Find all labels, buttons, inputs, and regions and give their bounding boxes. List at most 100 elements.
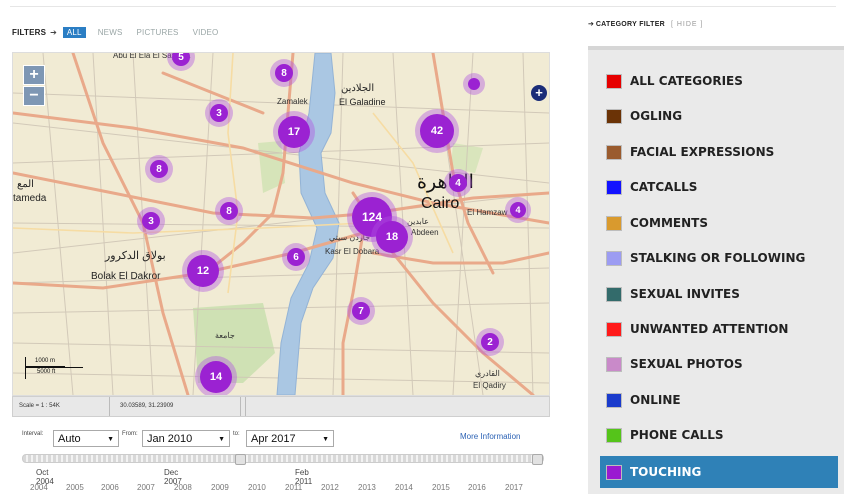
category-comments[interactable]: COMMENTS: [600, 209, 838, 237]
filter-tab-pictures[interactable]: PICTURES: [137, 28, 179, 37]
map-cluster-marker[interactable]: 12: [187, 255, 219, 287]
map-cluster-marker[interactable]: 3: [142, 212, 160, 230]
category-swatch: [606, 321, 622, 337]
category-label: OGLING: [630, 109, 683, 123]
map-label: El Qadiry: [473, 381, 506, 390]
category-facial-expressions[interactable]: FACIAL EXPRESSIONS: [600, 138, 838, 166]
category-label: UNWANTED ATTENTION: [630, 322, 789, 336]
map-cluster-marker[interactable]: [468, 78, 480, 90]
from-select[interactable]: Jan 2010 ▼: [142, 430, 230, 447]
map-cluster-marker[interactable]: 4: [510, 202, 526, 218]
category-swatch: [606, 464, 622, 480]
category-swatch: [606, 144, 622, 160]
to-select[interactable]: Apr 2017 ▼: [246, 430, 334, 447]
map-cluster-marker[interactable]: 3: [210, 104, 228, 122]
more-information-link[interactable]: More Information: [460, 432, 520, 441]
map-cluster-marker[interactable]: 6: [287, 248, 305, 266]
category-label: STALKING OR FOLLOWING: [630, 251, 806, 265]
timeline-year: 2005: [66, 483, 84, 492]
map-label: Zamalek: [277, 97, 308, 106]
map-cluster-marker[interactable]: 17: [278, 116, 310, 148]
category-swatch: [606, 73, 622, 89]
map-cluster-marker[interactable]: 2: [481, 333, 499, 351]
filter-tab-news[interactable]: NEWS: [98, 28, 123, 37]
category-label: CATCALLS: [630, 180, 698, 194]
category-ogling[interactable]: OGLING: [600, 102, 838, 130]
zoom-controls: + −: [23, 65, 45, 106]
category-phone-calls[interactable]: PHONE CALLS: [600, 421, 838, 449]
map-scale-bar: 1000 m 5000 ft: [23, 355, 85, 381]
category-swatch: [606, 356, 622, 372]
map-label: بولاق الدكرور: [105, 250, 166, 262]
hide-categories-link[interactable]: [ HIDE ]: [671, 21, 704, 28]
interval-value: Auto: [58, 433, 81, 445]
category-stalking-or-following[interactable]: STALKING OR FOLLOWING: [600, 244, 838, 272]
timeline-handle-start[interactable]: [235, 454, 246, 465]
category-swatch: [606, 108, 622, 124]
top-divider: [10, 6, 836, 7]
chevron-down-icon: ▼: [107, 436, 114, 443]
chevron-down-icon: ▼: [322, 436, 329, 443]
timeline-year: 2012: [321, 483, 339, 492]
zoom-out-button[interactable]: −: [23, 86, 45, 106]
map-cluster-marker[interactable]: 4: [449, 174, 467, 192]
category-unwanted-attention[interactable]: UNWANTED ATTENTION: [600, 315, 838, 343]
timeline-year: 2013: [358, 483, 376, 492]
interval-select[interactable]: Auto ▼: [53, 430, 119, 447]
map-label: جامعة: [215, 331, 235, 340]
scale-feet: 5000 ft: [37, 369, 56, 375]
map-label: القادري: [475, 369, 500, 378]
timeline-handle-end[interactable]: [532, 454, 543, 465]
scale-meters: 1000 m: [35, 358, 56, 364]
map-label: El Hamzaw: [467, 208, 508, 217]
map-cluster-marker[interactable]: 8: [220, 202, 238, 220]
map-cluster-marker[interactable]: 14: [200, 361, 232, 393]
map-label: Kasr El Dobara: [325, 247, 380, 256]
timeline-year: 2010: [248, 483, 266, 492]
timeline-year: 2008: [174, 483, 192, 492]
timeline-year: 2014: [395, 483, 413, 492]
map-status-bar: Scale = 1 : 54K 30.03589, 31.23909: [12, 396, 550, 417]
timeline-slider[interactable]: [22, 454, 544, 465]
category-swatch: [606, 250, 622, 266]
map-cluster-marker[interactable]: 42: [420, 114, 454, 148]
map-cluster-marker[interactable]: 8: [150, 160, 168, 178]
map-label: Abdeen: [411, 228, 439, 237]
category-label: ONLINE: [630, 393, 681, 407]
category-label: FACIAL EXPRESSIONS: [630, 145, 775, 159]
zoom-in-button[interactable]: +: [23, 65, 45, 85]
timeline-year: 2009: [211, 483, 229, 492]
timeline-year: 2017: [505, 483, 523, 492]
map-cluster-marker[interactable]: 18: [376, 221, 408, 253]
category-filter-panel: ALL CATEGORIES OGLING FACIAL EXPRESSIONS…: [588, 46, 844, 494]
timeline-year: 2015: [432, 483, 450, 492]
filter-tab-all[interactable]: ALL: [62, 26, 86, 38]
filters-label: FILTERS: [12, 27, 47, 37]
media-filters: FILTERS ➔ ALL NEWS PICTURES VIDEO: [12, 25, 232, 39]
from-value: Jan 2010: [147, 433, 193, 445]
map-coordinates-readout: 30.03589, 31.23909: [110, 397, 241, 416]
category-label: ALL CATEGORIES: [630, 74, 743, 88]
category-label: COMMENTS: [630, 216, 708, 230]
map-cluster-marker[interactable]: 8: [275, 64, 293, 82]
timeline-year: 2004: [30, 483, 48, 492]
to-label: to:: [233, 431, 240, 437]
map-status-divider: [237, 397, 246, 416]
category-online[interactable]: ONLINE: [600, 386, 838, 414]
category-catcalls[interactable]: CATCALLS: [600, 173, 838, 201]
category-touching[interactable]: TOUCHING: [600, 456, 838, 488]
map-label: tameda: [13, 193, 47, 204]
filter-tab-video[interactable]: VIDEO: [193, 28, 219, 37]
category-label: TOUCHING: [630, 465, 702, 479]
category-sexual-invites[interactable]: SEXUAL INVITES: [600, 280, 838, 308]
map-canvas[interactable]: + − + Abu El Ela El Sayyida القاهرة Cair…: [12, 52, 550, 396]
timeline-year: 2011: [285, 483, 303, 492]
layer-switcher-button[interactable]: +: [531, 85, 547, 101]
category-sexual-photos[interactable]: SEXUAL PHOTOS: [600, 350, 838, 378]
category-swatch: [606, 286, 622, 302]
category-all-categories[interactable]: ALL CATEGORIES: [600, 67, 838, 95]
arrow-right-icon: ➔: [50, 27, 57, 37]
map-cluster-marker[interactable]: 7: [352, 302, 370, 320]
timeline-year: 2006: [101, 483, 119, 492]
category-label: PHONE CALLS: [630, 428, 724, 442]
